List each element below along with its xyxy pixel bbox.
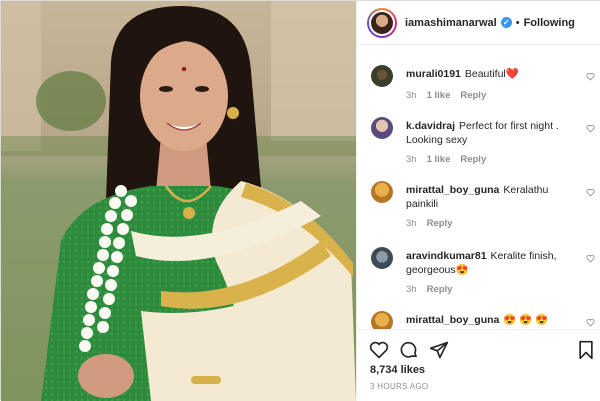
heart-icon[interactable]	[586, 72, 595, 81]
like-count[interactable]: 8,734 likes	[370, 364, 425, 376]
comment-username[interactable]: mirattal_boy_guna	[406, 314, 499, 326]
comment-icon[interactable]	[399, 340, 419, 360]
post-timestamp[interactable]: 3 HOURS AGO	[370, 382, 428, 391]
commenter-avatar[interactable]	[371, 65, 393, 87]
comment-username[interactable]: k.davidraj	[406, 120, 455, 132]
comment-time[interactable]: 3h	[406, 284, 417, 295]
comment-username[interactable]: murali0191	[406, 68, 461, 80]
comments-list[interactable]: murali0191 Beautiful❤️ 3h 1 like Reply k.da…	[357, 57, 600, 329]
comment-username[interactable]: mirattal_boy_guna	[406, 184, 499, 196]
comment-time[interactable]: 3h	[406, 218, 417, 229]
heart-icon[interactable]	[586, 124, 595, 133]
comment-text: Beautiful❤️	[464, 68, 519, 80]
post-header: iamashimanarwal ✓ • Following	[357, 1, 600, 45]
heart-icon[interactable]	[586, 188, 595, 197]
comment-like-count[interactable]: 1 like	[427, 154, 451, 165]
comment-reply-button[interactable]: Reply	[427, 218, 453, 229]
comment-time[interactable]: 3h	[406, 90, 417, 101]
share-icon[interactable]	[429, 340, 449, 360]
comment-time[interactable]: 3h	[406, 154, 417, 165]
heart-icon[interactable]	[586, 254, 595, 263]
author-username[interactable]: iamashimanarwal	[405, 17, 497, 29]
post-photo[interactable]	[1, 1, 356, 401]
header-separator: •	[515, 16, 520, 29]
instagram-post: iamashimanarwal ✓ • Following murali0191…	[0, 0, 600, 401]
comment-reply-button[interactable]: Reply	[427, 284, 453, 295]
comment-like-count[interactable]: 1 like	[427, 90, 451, 101]
post-photo-illustration	[1, 1, 356, 401]
following-button[interactable]: Following	[524, 17, 575, 29]
post-actions: 8,734 likes 3 HOURS AGO	[357, 329, 600, 401]
post-side-panel: iamashimanarwal ✓ • Following murali0191…	[356, 1, 600, 401]
heart-icon[interactable]	[586, 318, 595, 327]
verified-icon: ✓	[500, 17, 512, 28]
bookmark-icon[interactable]	[577, 340, 595, 360]
author-avatar[interactable]	[367, 7, 397, 38]
comment-username[interactable]: aravindkumar81	[406, 250, 487, 262]
comment-reply-button[interactable]: Reply	[460, 154, 486, 165]
comment-text: 😍 😍 😍	[503, 314, 549, 326]
commenter-avatar[interactable]	[371, 311, 393, 329]
author-avatar-image	[371, 11, 393, 34]
commenter-avatar[interactable]	[371, 181, 393, 203]
heart-icon[interactable]	[369, 340, 389, 360]
comment-reply-button[interactable]: Reply	[460, 90, 486, 101]
commenter-avatar[interactable]	[371, 117, 393, 139]
commenter-avatar[interactable]	[371, 247, 393, 269]
